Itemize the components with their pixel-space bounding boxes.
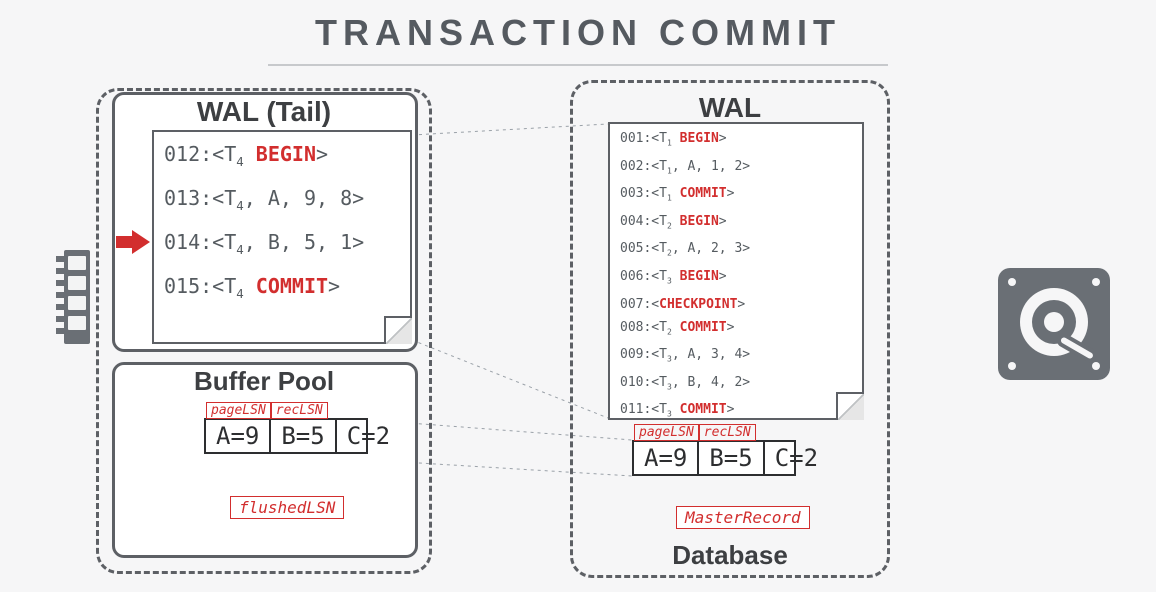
bp-cell-a: A=9 [206,420,271,452]
wal-009: 009:<T3, A, 3, 4> [610,340,862,368]
bp-header: pageLSNrecLSN [206,402,328,419]
wal-disk-title: WAL [570,92,890,124]
wal-tail-title: WAL (Tail) [96,96,432,128]
wal-003: 003:<T1 COMMIT> [610,179,862,207]
database-page-table: pageLSNrecLSN A=9 B=5 C=2 [632,440,796,476]
disk-icon [998,268,1110,380]
wal-tail-013: 013:<T4, A, 9, 8> [154,176,410,220]
buffer-pool-page-table: pageLSNrecLSN A=9 B=5 C=2 [204,418,368,454]
flushed-lsn-tag: flushedLSN [230,496,344,519]
wal-002: 002:<T1, A, 1, 2> [610,152,862,180]
page-fold-icon [836,392,864,420]
wal-008: 008:<T2 COMMIT> [610,313,862,341]
db-cell-a: A=9 [634,442,699,474]
wal-tail-015: 015:<T4 COMMIT> [154,264,410,308]
commit-arrow-icon [116,230,150,254]
ram-icon [56,250,90,344]
wal-tail-012: 012:<T4 BEGIN> [154,132,410,176]
db-cell-b: B=5 [699,442,764,474]
wal-007: 007:<CHECKPOINT> [610,290,862,313]
wal-005: 005:<T2, A, 2, 3> [610,234,862,262]
db-cell-c: C=2 [765,442,828,474]
page-fold-icon [384,316,412,344]
wal-004: 004:<T2 BEGIN> [610,207,862,235]
wal-006: 006:<T3 BEGIN> [610,262,862,290]
master-record-tag: MasterRecord [676,506,810,529]
bp-cell-b: B=5 [271,420,336,452]
wal-001: 001:<T1 BEGIN> [610,124,862,152]
wal-disk-page: 001:<T1 BEGIN> 002:<T1, A, 1, 2> 003:<T1… [608,122,864,420]
database-title: Database [570,540,890,571]
db-header: pageLSNrecLSN [634,424,756,441]
slide-title: TRANSACTION COMMIT [0,12,1156,54]
wal-tail-014: 014:<T4, B, 5, 1> [154,220,410,264]
title-rule [268,64,888,66]
bp-cell-c: C=2 [337,420,400,452]
wal-tail-page: 012:<T4 BEGIN> 013:<T4, A, 9, 8> 014:<T4… [152,130,412,344]
wal-011: 011:<T3 COMMIT> [610,395,862,423]
wal-010: 010:<T3, B, 4, 2> [610,368,862,396]
buffer-pool-title: Buffer Pool [96,366,432,397]
